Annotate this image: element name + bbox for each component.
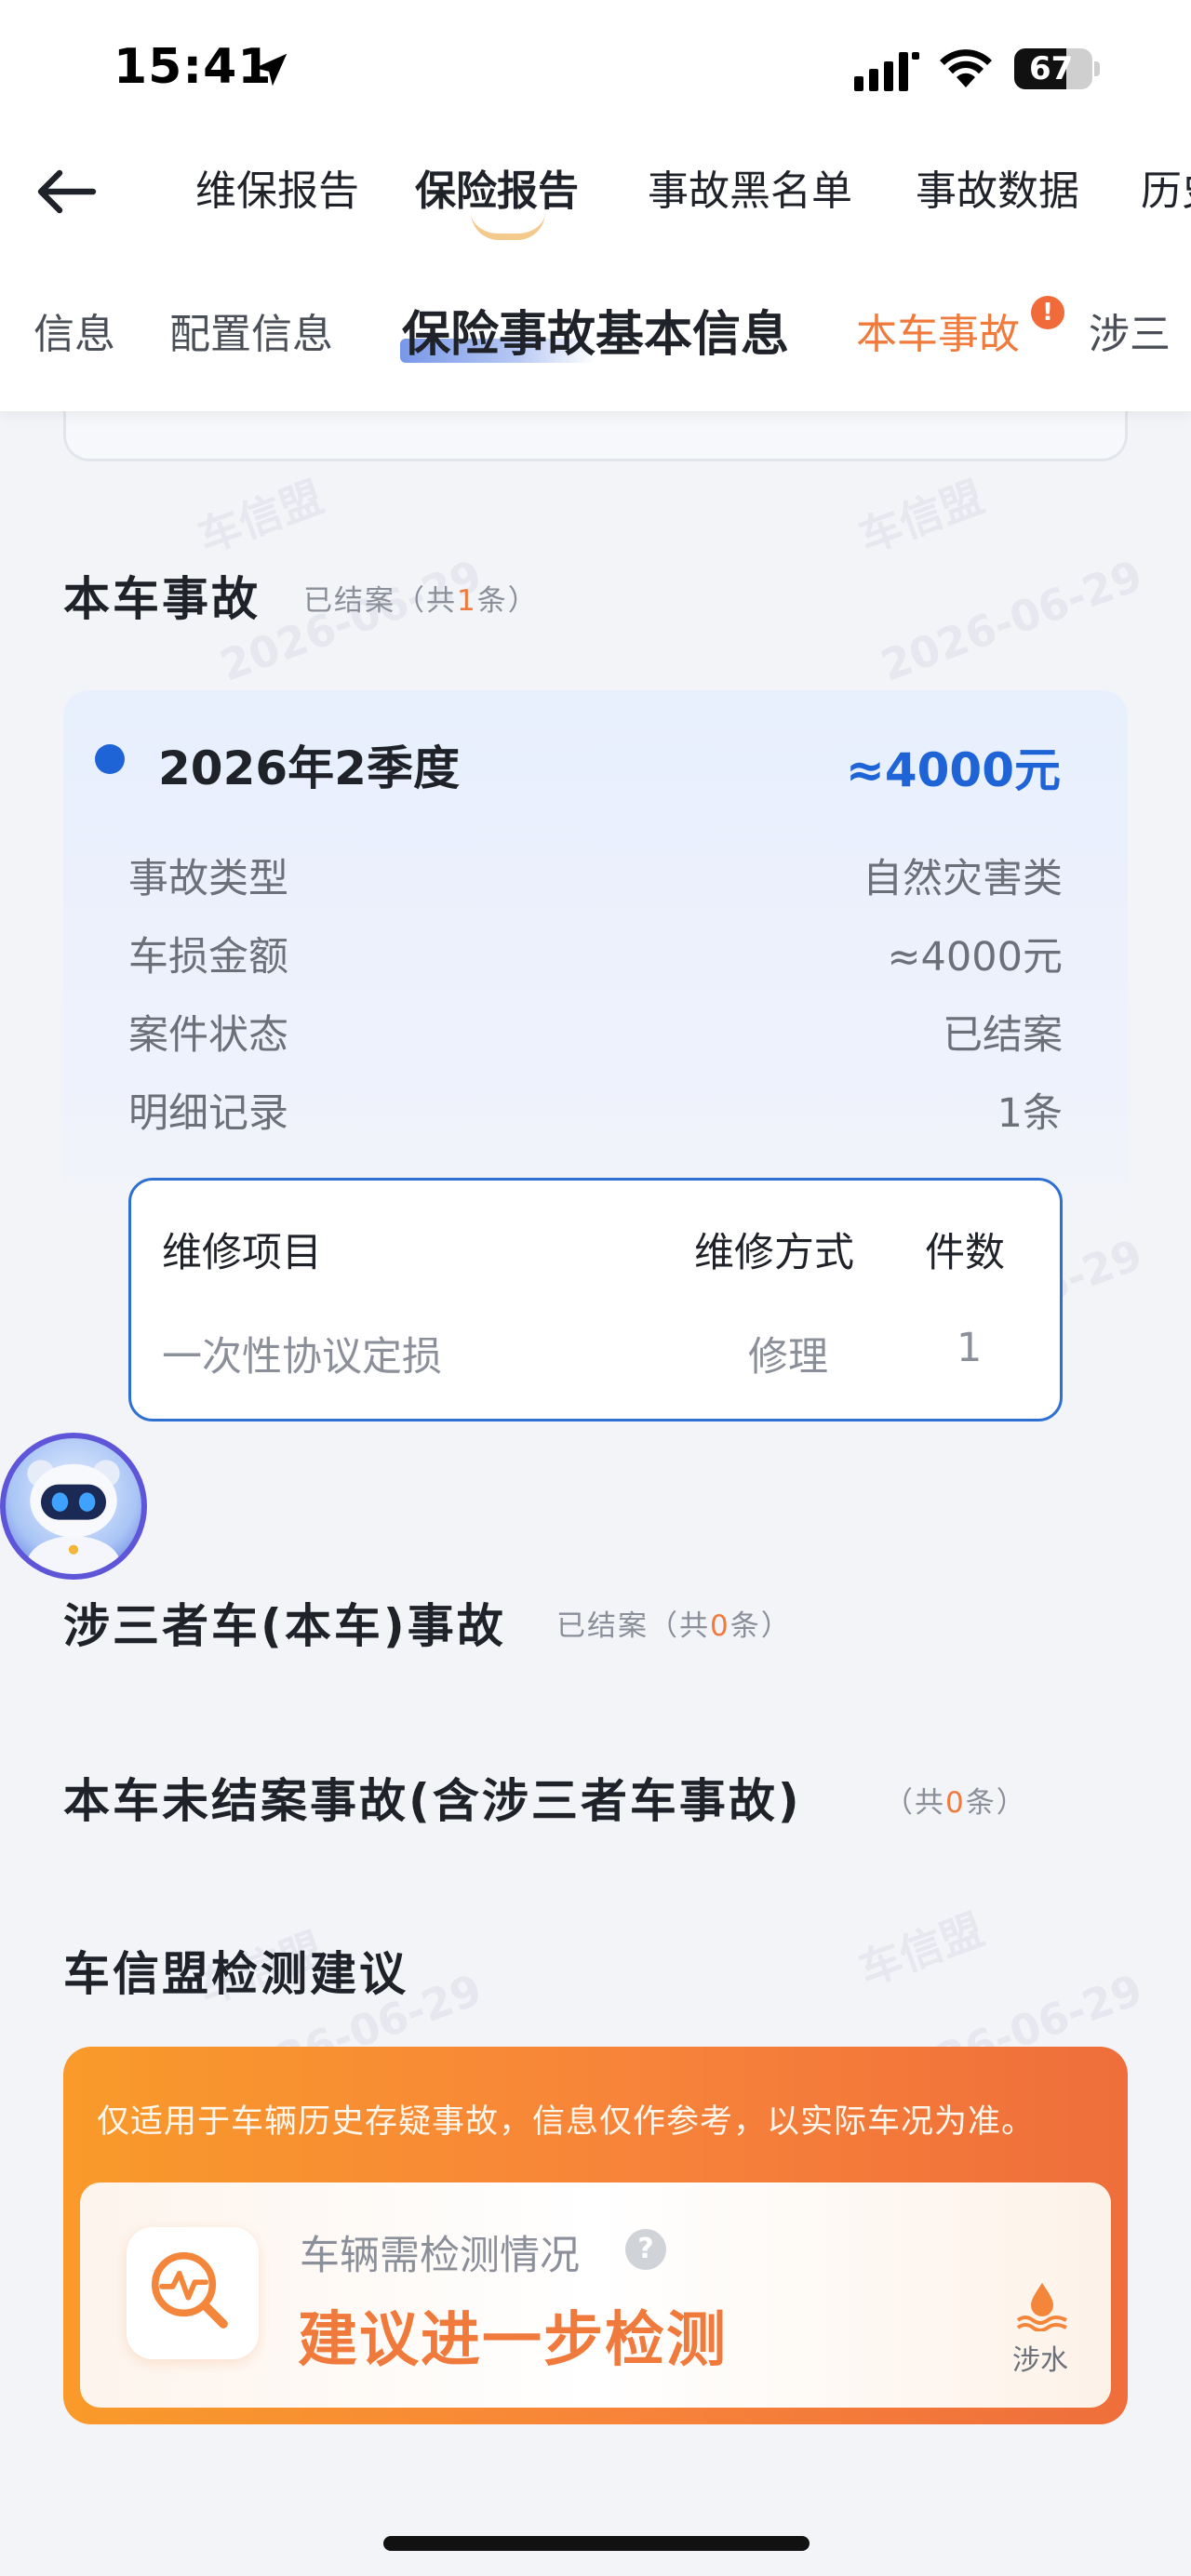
repair-method-cell: 修理 bbox=[748, 1334, 828, 1381]
status-bar: 15:41 67 bbox=[0, 0, 1191, 140]
top-header: 15:41 67 维保报告 保险报告 事故黑名单 事故数据 历史 bbox=[0, 0, 1191, 411]
inspection-recommendation: 建议进一步检测 bbox=[298, 2306, 728, 2375]
wifi-icon bbox=[940, 49, 992, 87]
accident-type-label: 事故类型 bbox=[128, 856, 288, 902]
alert-badge-icon: ! bbox=[1031, 296, 1064, 329]
unsettled-accidents-status: （共0条） bbox=[884, 1786, 1027, 1820]
status-time: 15:41 bbox=[114, 39, 273, 95]
tab-accident-data[interactable]: 事故数据 bbox=[916, 158, 1079, 225]
watermark-brand: 车信盟 bbox=[851, 471, 991, 563]
assistant-robot-icon[interactable] bbox=[0, 1433, 147, 1580]
subtab-config-info[interactable]: 配置信息 bbox=[169, 300, 333, 370]
battery-level: 67 bbox=[1029, 50, 1074, 87]
repair-count-cell: 1 bbox=[957, 1325, 983, 1371]
accident-type-value: 自然灾害类 bbox=[863, 856, 1063, 902]
damage-amount-label: 车损金额 bbox=[128, 934, 288, 981]
own-accidents-status: 已结案（共1条） bbox=[303, 584, 539, 618]
watermark-date: 2026-06-29 bbox=[874, 550, 1149, 691]
subtab-accident-basic-info[interactable]: 保险事故基本信息 bbox=[402, 300, 789, 370]
accident-quarter: 2026年2季度 bbox=[158, 741, 460, 795]
damage-amount-value: ≈4000元 bbox=[887, 934, 1063, 981]
help-question-icon[interactable]: ? bbox=[625, 2229, 666, 2270]
battery-indicator: 67 bbox=[1014, 48, 1100, 89]
inspection-suggestion-title: 车信盟检测建议 bbox=[63, 1947, 408, 2001]
repair-method-header: 维修方式 bbox=[694, 1230, 854, 1276]
accident-amount: ≈4000元 bbox=[845, 743, 1061, 797]
section-subtabs: 信息 配置信息 保险事故基本信息 本车事故 涉三 bbox=[0, 300, 1191, 374]
cellular-signal-icon bbox=[854, 52, 919, 91]
active-tab-indicator bbox=[471, 212, 545, 240]
case-status-value: 已结案 bbox=[943, 1012, 1063, 1059]
repair-item-cell: 一次性协议定损 bbox=[162, 1334, 442, 1381]
subtab-info[interactable]: 信息 bbox=[33, 300, 115, 370]
repair-item-header: 维修项目 bbox=[162, 1230, 322, 1276]
watermark-brand: 车信盟 bbox=[191, 471, 330, 563]
third-party-accidents-title: 涉三者车(本车)事故 bbox=[63, 1599, 506, 1653]
tab-maintenance-report[interactable]: 维保报告 bbox=[195, 158, 359, 225]
own-accidents-title: 本车事故 bbox=[63, 572, 261, 626]
repair-detail-table bbox=[128, 1178, 1063, 1421]
location-arrow-icon bbox=[254, 53, 288, 87]
detail-records-value: 1条 bbox=[997, 1090, 1063, 1137]
subtab-third-party[interactable]: 涉三 bbox=[1089, 300, 1171, 370]
water-tag-label: 涉水 bbox=[1012, 2344, 1068, 2377]
unsettled-accidents-title: 本车未结案事故(含涉三者车事故) bbox=[63, 1774, 802, 1828]
inspection-icon-box bbox=[127, 2227, 259, 2359]
report-tabs: 维保报告 保险报告 事故黑名单 事故数据 历史 bbox=[0, 158, 1191, 233]
suggestion-disclaimer: 仅适用于车辆历史存疑事故，信息仅作参考，以实际车况为准。 bbox=[97, 2103, 1036, 2141]
tab-accident-blacklist[interactable]: 事故黑名单 bbox=[648, 158, 852, 225]
timeline-dot bbox=[95, 744, 125, 774]
inspection-status-label: 车辆需检测情况 bbox=[300, 2233, 580, 2279]
subtab-own-accidents[interactable]: 本车事故 bbox=[856, 300, 1020, 370]
watermark-brand: 车信盟 bbox=[851, 1903, 991, 1995]
case-status-label: 案件状态 bbox=[128, 1012, 288, 1059]
tab-history[interactable]: 历史 bbox=[1141, 158, 1191, 225]
water-drop-icon bbox=[1016, 2283, 1067, 2331]
home-indicator[interactable] bbox=[383, 2536, 810, 2551]
detail-records-label: 明细记录 bbox=[128, 1090, 288, 1137]
repair-count-header: 件数 bbox=[925, 1230, 1005, 1276]
third-party-accidents-status: 已结案（共0条） bbox=[556, 1609, 792, 1643]
magnifier-pulse-icon bbox=[151, 2251, 228, 2329]
